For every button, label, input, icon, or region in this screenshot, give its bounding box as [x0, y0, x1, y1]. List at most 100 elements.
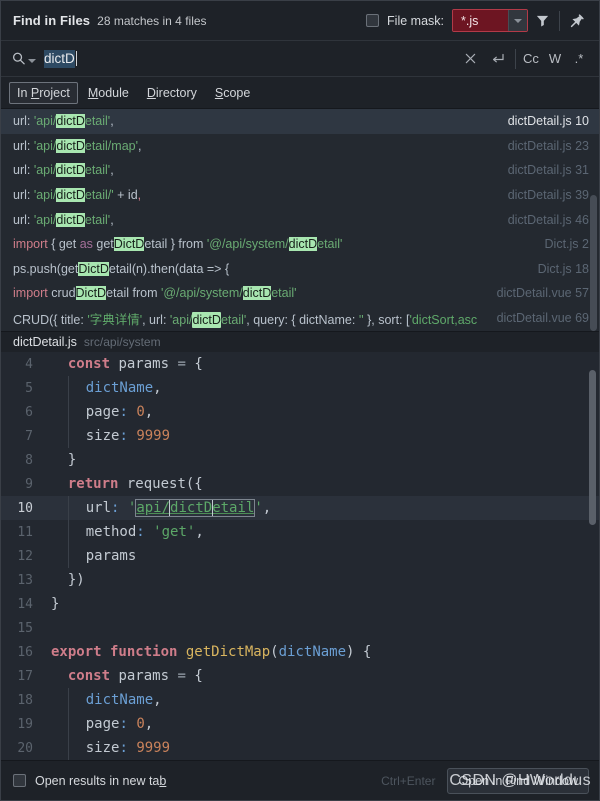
line-number: 12 — [17, 548, 33, 564]
code-scrollbar[interactable] — [589, 370, 596, 525]
code-line-text: const params = { — [67, 668, 203, 684]
code-line-text: dictName, — [43, 376, 162, 400]
result-text: url: 'api/dictDetail', — [13, 163, 114, 178]
line-number: 8 — [25, 452, 33, 468]
scope-tab-in-project[interactable]: In Project — [9, 81, 78, 104]
clear-search-button[interactable] — [456, 45, 484, 73]
shortcut-hint: Ctrl+Enter — [381, 773, 436, 788]
results-scrollbar[interactable] — [590, 195, 597, 331]
line-number: 20 — [17, 740, 33, 756]
table-row[interactable]: url: 'api/dictDetail', dictDetail.js 31 — [1, 158, 599, 183]
regex-toggle[interactable]: .* — [567, 51, 591, 66]
result-text: import { get as getDictDetail } from '@/… — [13, 237, 343, 252]
file-mask-checkbox[interactable] — [366, 14, 380, 27]
scope-tab-directory[interactable]: Directory — [139, 82, 205, 104]
file-mask-label: File mask: — [387, 13, 444, 28]
line-number: 6 — [25, 404, 33, 420]
code-line: 9 return request({ — [1, 472, 599, 496]
code-line-text: dictName, — [43, 688, 162, 712]
table-row[interactable]: url: 'api/dictDetail', dictDetail.js 46 — [1, 207, 599, 232]
code-line: 4 const params = { — [1, 352, 599, 376]
search-mode-button[interactable] — [11, 51, 36, 66]
line-number: 14 — [17, 596, 33, 612]
dialog-footer: Open results in new tab Ctrl+Enter Open … — [1, 760, 599, 800]
close-icon — [465, 53, 475, 64]
result-text: CRUD({ title: '字典详情', url: 'api/dictDeta… — [13, 311, 478, 328]
line-number: 13 — [17, 572, 33, 588]
code-line-text: page: 0, — [43, 712, 153, 736]
header-divider — [559, 10, 560, 31]
results-list[interactable]: url: 'api/dictDetail', dictDetail.js 10 … — [1, 109, 599, 331]
code-line-text: size: 9999 — [43, 736, 170, 760]
page-title: Find in Files — [13, 13, 91, 28]
code-line-text: params — [43, 544, 136, 568]
table-row[interactable]: url: 'api/dictDetail/' + id, dictDetail.… — [1, 183, 599, 208]
file-mask-dropdown-button[interactable] — [508, 10, 527, 31]
code-line-text: } — [51, 596, 60, 612]
file-mask-input[interactable]: *.js — [453, 10, 508, 31]
match-summary: 28 matches in 4 files — [97, 13, 207, 28]
result-text: import crudDictDetail from '@/api/system… — [13, 286, 297, 301]
scope-tab-scope[interactable]: Scope — [207, 82, 258, 104]
result-text: ps.push(getDictDetail(n).then(data => { — [13, 261, 230, 276]
line-number: 15 — [17, 620, 33, 636]
filter-button[interactable] — [528, 7, 556, 35]
result-location: Dict.js 2 — [544, 237, 589, 252]
result-location: Dict.js 18 — [537, 261, 589, 276]
code-line-text: method: 'get', — [43, 520, 204, 544]
code-preview[interactable]: 4 const params = { 5 dictName, 6 page: 0… — [1, 352, 599, 760]
scope-tabs: In Project Module Directory Scope — [1, 77, 599, 109]
pin-icon — [570, 13, 584, 27]
code-line: 11 method: 'get', — [1, 520, 599, 544]
code-line: 7 size: 9999 — [1, 424, 599, 448]
pin-button[interactable] — [563, 7, 591, 35]
code-line-text: size: 9999 — [43, 424, 170, 448]
table-row[interactable]: import crudDictDetail from '@/api/system… — [1, 281, 599, 306]
code-line-text: } — [67, 452, 77, 468]
table-row[interactable]: url: 'api/dictDetail', dictDetail.js 10 — [1, 109, 599, 134]
search-divider — [515, 48, 516, 69]
code-line: 12 params — [1, 544, 599, 568]
table-row[interactable]: ps.push(getDictDetail(n).then(data => { … — [1, 257, 599, 282]
line-number: 4 — [25, 356, 33, 372]
table-row[interactable]: import { get as getDictDetail } from '@/… — [1, 232, 599, 257]
code-line: 8 } — [1, 448, 599, 472]
code-line: 19 page: 0, — [1, 712, 599, 736]
preview-file-name: dictDetail.js — [13, 335, 77, 349]
search-input-value: dictD — [44, 49, 75, 68]
line-number: 11 — [17, 524, 33, 540]
result-location: dictDetail.vue 57 — [496, 286, 589, 301]
result-text: url: 'api/dictDetail/map', — [13, 138, 142, 153]
code-line-text: url: 'api/dictDetail', — [43, 496, 271, 520]
file-mask-combo[interactable]: *.js — [452, 9, 528, 32]
open-in-find-window-button[interactable]: Open in Find Window — [447, 767, 589, 794]
result-text: url: 'api/dictDetail', — [13, 114, 114, 129]
code-line-text: export function getDictMap(dictName) { — [51, 644, 372, 660]
line-number: 16 — [17, 644, 33, 660]
new-line-button[interactable] — [484, 45, 512, 73]
result-text: url: 'api/dictDetail', — [13, 212, 114, 227]
code-line: 14 } — [1, 592, 599, 616]
code-line-text: page: 0, — [43, 400, 153, 424]
result-location: dictDetail.js 23 — [507, 138, 589, 153]
code-line-text: const params = { — [67, 356, 203, 372]
chevron-down-icon — [514, 18, 522, 23]
code-line: 18 dictName, — [1, 688, 599, 712]
line-number: 5 — [25, 380, 33, 396]
open-in-new-tab-checkbox[interactable] — [13, 774, 26, 787]
result-text: url: 'api/dictDetail/' + id, — [13, 188, 142, 203]
line-number: 7 — [25, 428, 33, 444]
search-input[interactable]: dictD — [36, 48, 456, 70]
words-toggle[interactable]: W — [543, 51, 567, 66]
table-row[interactable]: url: 'api/dictDetail/map', dictDetail.js… — [1, 134, 599, 159]
scope-tab-module[interactable]: Module — [80, 82, 137, 104]
code-line-text: return request({ — [67, 476, 203, 492]
match-case-toggle[interactable]: Cc — [519, 51, 543, 66]
code-line: 20 size: 9999 — [1, 736, 599, 760]
open-in-new-tab-label: Open results in new tab — [35, 773, 167, 788]
table-row[interactable]: CRUD({ title: '字典详情', url: 'api/dictDeta… — [1, 306, 599, 331]
result-location: dictDetail.js 31 — [507, 163, 589, 178]
line-number: 18 — [17, 692, 33, 708]
result-location: dictDetail.js 10 — [507, 114, 589, 129]
code-line-text: }) — [67, 572, 85, 588]
